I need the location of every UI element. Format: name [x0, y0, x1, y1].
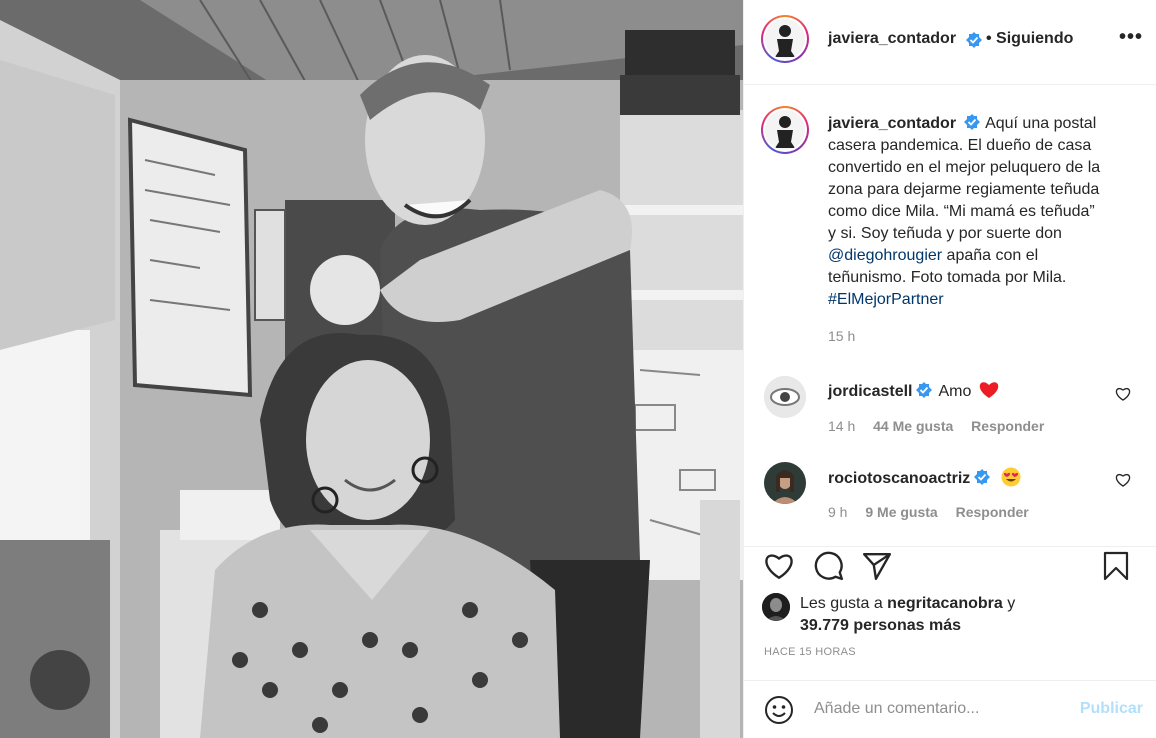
comment-text-row: jordicastell Amo [828, 381, 999, 401]
post-photo[interactable] [0, 0, 743, 738]
commenter-username[interactable]: jordicastell [828, 383, 912, 400]
caption-mention-link[interactable]: @diegohrougier [828, 247, 942, 264]
comment-like-heart-icon[interactable] [1115, 386, 1131, 402]
likes-prefix: Les gusta a [800, 595, 888, 612]
caption-line: convertido en el mejor peluquero de la [828, 159, 1101, 176]
comment-item: jordicastell Amo 14 h 44 Me gusta Respon… [744, 376, 1156, 446]
caption-hashtag-link[interactable]: #ElMejorPartner [828, 291, 944, 308]
likes-count[interactable]: 39.779 personas más [800, 617, 961, 634]
comment-likes[interactable]: 9 Me gusta [865, 504, 937, 520]
red-heart-emoji-icon [979, 382, 999, 398]
bookmark-icon [1103, 551, 1129, 581]
liker-username[interactable]: negritacanobra [887, 595, 1003, 612]
likes-middle: y [1002, 595, 1016, 612]
heart-eyes-emoji-icon [1001, 467, 1021, 487]
comment-time[interactable]: 14 h [828, 418, 855, 434]
heart-icon [765, 554, 793, 580]
post-header: javiera_contador • Siguiendo ••• [744, 0, 1156, 85]
caption-line: teñunismo. Foto tomada por Mila. [828, 269, 1067, 286]
caption-line: como dice Mila. “Mi mamá es teñuda” [828, 203, 1095, 220]
comment-likes[interactable]: 44 Me gusta [873, 418, 953, 434]
caption-line: casera pandemica. El dueño de casa [828, 137, 1092, 154]
comment-button[interactable] [812, 547, 846, 585]
publish-button[interactable]: Publicar [1080, 700, 1143, 718]
comment-bubble-icon [814, 551, 844, 581]
share-button[interactable] [860, 547, 894, 585]
caption-line: y si. Soy teñuda y por suerte don [828, 225, 1062, 242]
liker-avatar[interactable] [762, 593, 790, 621]
caption-line: zona para dejarme regiamente teñuda [828, 181, 1100, 198]
caption-username[interactable]: javiera_contador [828, 115, 956, 132]
caption-author-avatar[interactable] [761, 106, 809, 154]
post-time-ago[interactable]: HACE 15 HORAS [764, 646, 856, 658]
save-button[interactable] [1099, 547, 1133, 585]
add-comment-bar: Publicar [744, 680, 1156, 738]
verified-badge-icon [964, 114, 981, 130]
like-button[interactable] [762, 547, 796, 585]
paper-plane-icon [862, 553, 892, 581]
comment-text-row: rociotoscanoactriz [828, 467, 1021, 488]
smiley-icon[interactable] [764, 695, 794, 725]
post-caption: javiera_contador Aquí una postal casera … [828, 113, 1140, 311]
post-side-panel: javiera_contador • Siguiendo ••• javiera… [743, 0, 1156, 738]
comment-text: Amo [938, 383, 972, 400]
commenter-avatar[interactable] [764, 376, 806, 418]
more-options-icon[interactable]: ••• [1119, 27, 1143, 47]
reply-button[interactable]: Responder [971, 418, 1044, 434]
author-username[interactable]: javiera_contador [828, 30, 956, 48]
follow-status[interactable]: • Siguiendo [986, 30, 1073, 48]
post-image [0, 0, 743, 738]
comment-like-heart-icon[interactable] [1115, 472, 1131, 488]
comment-item: rociotoscanoactriz 9 h 9 Me gusta Respon… [744, 462, 1156, 532]
commenter-username[interactable]: rociotoscanoactriz [828, 470, 970, 487]
caption-line: apaña con el [942, 247, 1039, 264]
comment-time[interactable]: 9 h [828, 504, 847, 520]
caption-timestamp[interactable]: 15 h [828, 328, 855, 344]
comment-meta: 9 h 9 Me gusta Responder [828, 504, 1043, 520]
verified-badge-icon [916, 382, 933, 398]
verified-badge-icon [966, 32, 982, 48]
commenter-avatar[interactable] [764, 462, 806, 504]
caption-line: Aquí una postal [985, 115, 1097, 132]
verified-badge-icon [974, 469, 991, 485]
comment-input[interactable] [814, 697, 1064, 721]
author-avatar[interactable] [761, 15, 809, 63]
reply-button[interactable]: Responder [956, 504, 1029, 520]
comment-meta: 14 h 44 Me gusta Responder [828, 418, 1058, 434]
